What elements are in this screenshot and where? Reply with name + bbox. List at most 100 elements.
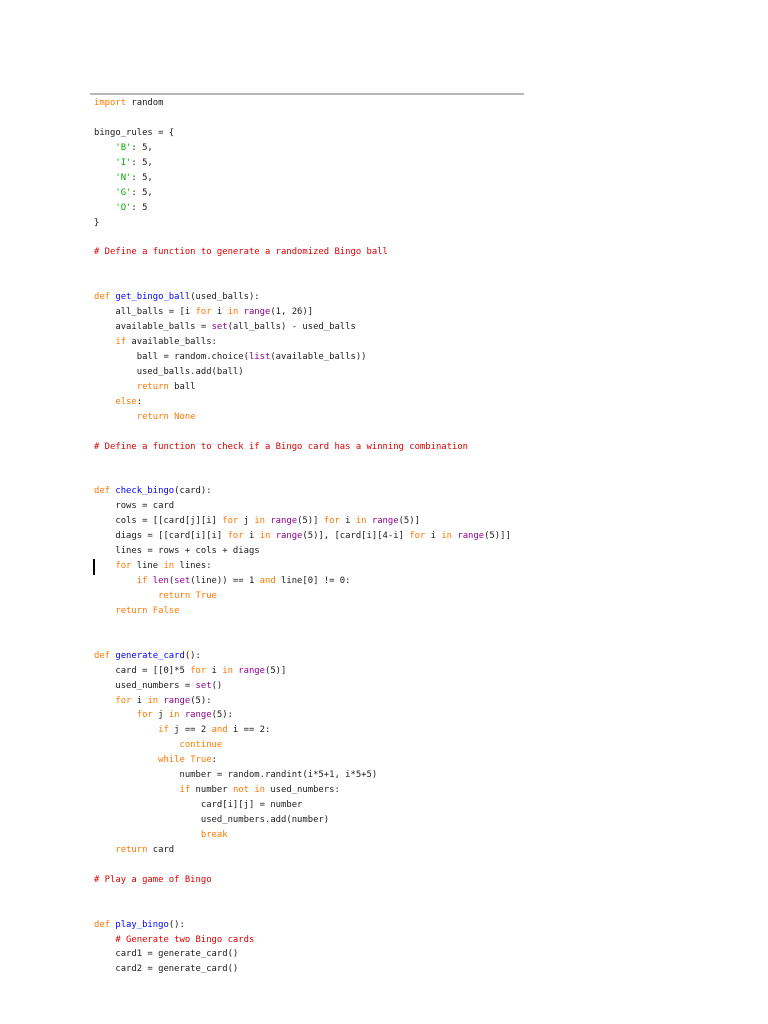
code-line: return card	[94, 843, 511, 858]
code-line: if number not in used_numbers:	[94, 783, 511, 798]
builtin-token: range	[270, 516, 298, 527]
keyword-token: while	[158, 755, 185, 766]
code-token: i == 2:	[227, 725, 271, 736]
code-token: lines:	[174, 561, 212, 572]
code-line: continue	[94, 738, 511, 753]
builtin-token: range	[275, 531, 303, 542]
code-token: }	[94, 217, 100, 228]
keyword-token: for	[115, 695, 132, 706]
keyword-token: for	[323, 516, 340, 527]
keyword-token: in	[163, 561, 175, 572]
code-token: (5)], [card[i][4-i]	[302, 531, 410, 542]
keyword-token: for	[190, 665, 207, 676]
keyword-token: for	[222, 516, 239, 527]
code-line: number = random.randint(i*5+1, i*5+5)	[94, 768, 511, 783]
code-token: (5)]]	[484, 531, 511, 542]
code-line: ball = random.choice(list(available_ball…	[94, 350, 511, 365]
code-line: rows = card	[94, 499, 511, 514]
code-token: j == 2	[168, 725, 212, 736]
code-token: i	[339, 516, 356, 527]
string-token: 'B'	[115, 142, 132, 153]
code-line: else:	[94, 395, 511, 410]
code-block[interactable]: import random bingo_rules = { 'B': 5, 'I'…	[94, 96, 511, 977]
code-token: (line)) == 1	[190, 576, 260, 586]
code-token: (card):	[174, 486, 212, 497]
code-token: line	[131, 561, 164, 572]
keyword-token: in	[355, 516, 367, 527]
keyword-token: for	[136, 710, 153, 721]
code-token: all_balls = [i	[94, 307, 196, 318]
keyword-token: not	[232, 785, 249, 796]
code-token: j	[152, 710, 169, 721]
code-line: 'I': 5,	[94, 156, 511, 171]
code-token: random	[126, 98, 164, 108]
code-line: used_numbers.add(number)	[94, 813, 511, 828]
keyword-token: def	[94, 292, 111, 303]
keyword-token: True	[195, 590, 217, 601]
keyword-token: in	[168, 710, 180, 721]
builtin-token: range	[243, 307, 271, 318]
keyword-token: import	[94, 98, 127, 108]
function-name-token: play_bingo	[115, 919, 169, 930]
code-token: i	[425, 531, 442, 542]
code-token: (5)]	[265, 665, 287, 676]
code-line: 'G': 5,	[94, 186, 511, 201]
builtin-token: set	[195, 680, 212, 691]
keyword-token: for	[409, 531, 426, 542]
code-line: def play_bingo():	[94, 918, 511, 933]
keyword-token: if	[158, 725, 169, 736]
code-line: card2 = generate_card()	[94, 962, 511, 977]
code-token: bingo_rules = {	[94, 127, 175, 138]
code-token: used_numbers:	[265, 785, 340, 796]
top-divider	[90, 93, 524, 95]
code-token: (1, 26)]	[270, 307, 314, 318]
builtin-token: range	[457, 531, 485, 542]
keyword-token: in	[254, 785, 265, 796]
text-cursor	[93, 559, 95, 575]
code-line: return None	[94, 410, 511, 425]
function-name-token: check_bingo	[115, 486, 175, 497]
code-line: for i in range(5):	[94, 694, 511, 709]
builtin-token: range	[163, 695, 191, 706]
keyword-token: False	[152, 605, 180, 616]
code-token: ():	[184, 650, 201, 661]
code-token: : 5	[131, 202, 148, 213]
code-line: # Define a function to check if a Bingo …	[94, 440, 511, 455]
code-token: used_balls.add(ball)	[94, 366, 244, 377]
code-line: 'O': 5	[94, 201, 511, 216]
code-token: diags = [[card[i][i]	[94, 531, 228, 542]
keyword-token: and	[211, 725, 228, 736]
code-token: lines = rows + cols + diags	[94, 546, 260, 557]
keyword-token: break	[200, 829, 228, 840]
code-token: number = random.randint(i*5+1, i*5+5)	[94, 770, 378, 781]
code-token: available_balls =	[94, 322, 212, 333]
code-token: (available_balls))	[270, 351, 367, 362]
code-token: card[i][j] = number	[94, 800, 303, 811]
code-token: i	[211, 307, 228, 318]
code-token: card	[147, 844, 175, 855]
keyword-token: return	[136, 411, 169, 422]
keyword-token: else	[115, 396, 137, 407]
keyword-token: in	[254, 516, 265, 527]
keyword-token: for	[227, 531, 244, 542]
builtin-token: list	[248, 351, 271, 362]
code-line: if available_balls:	[94, 335, 511, 350]
